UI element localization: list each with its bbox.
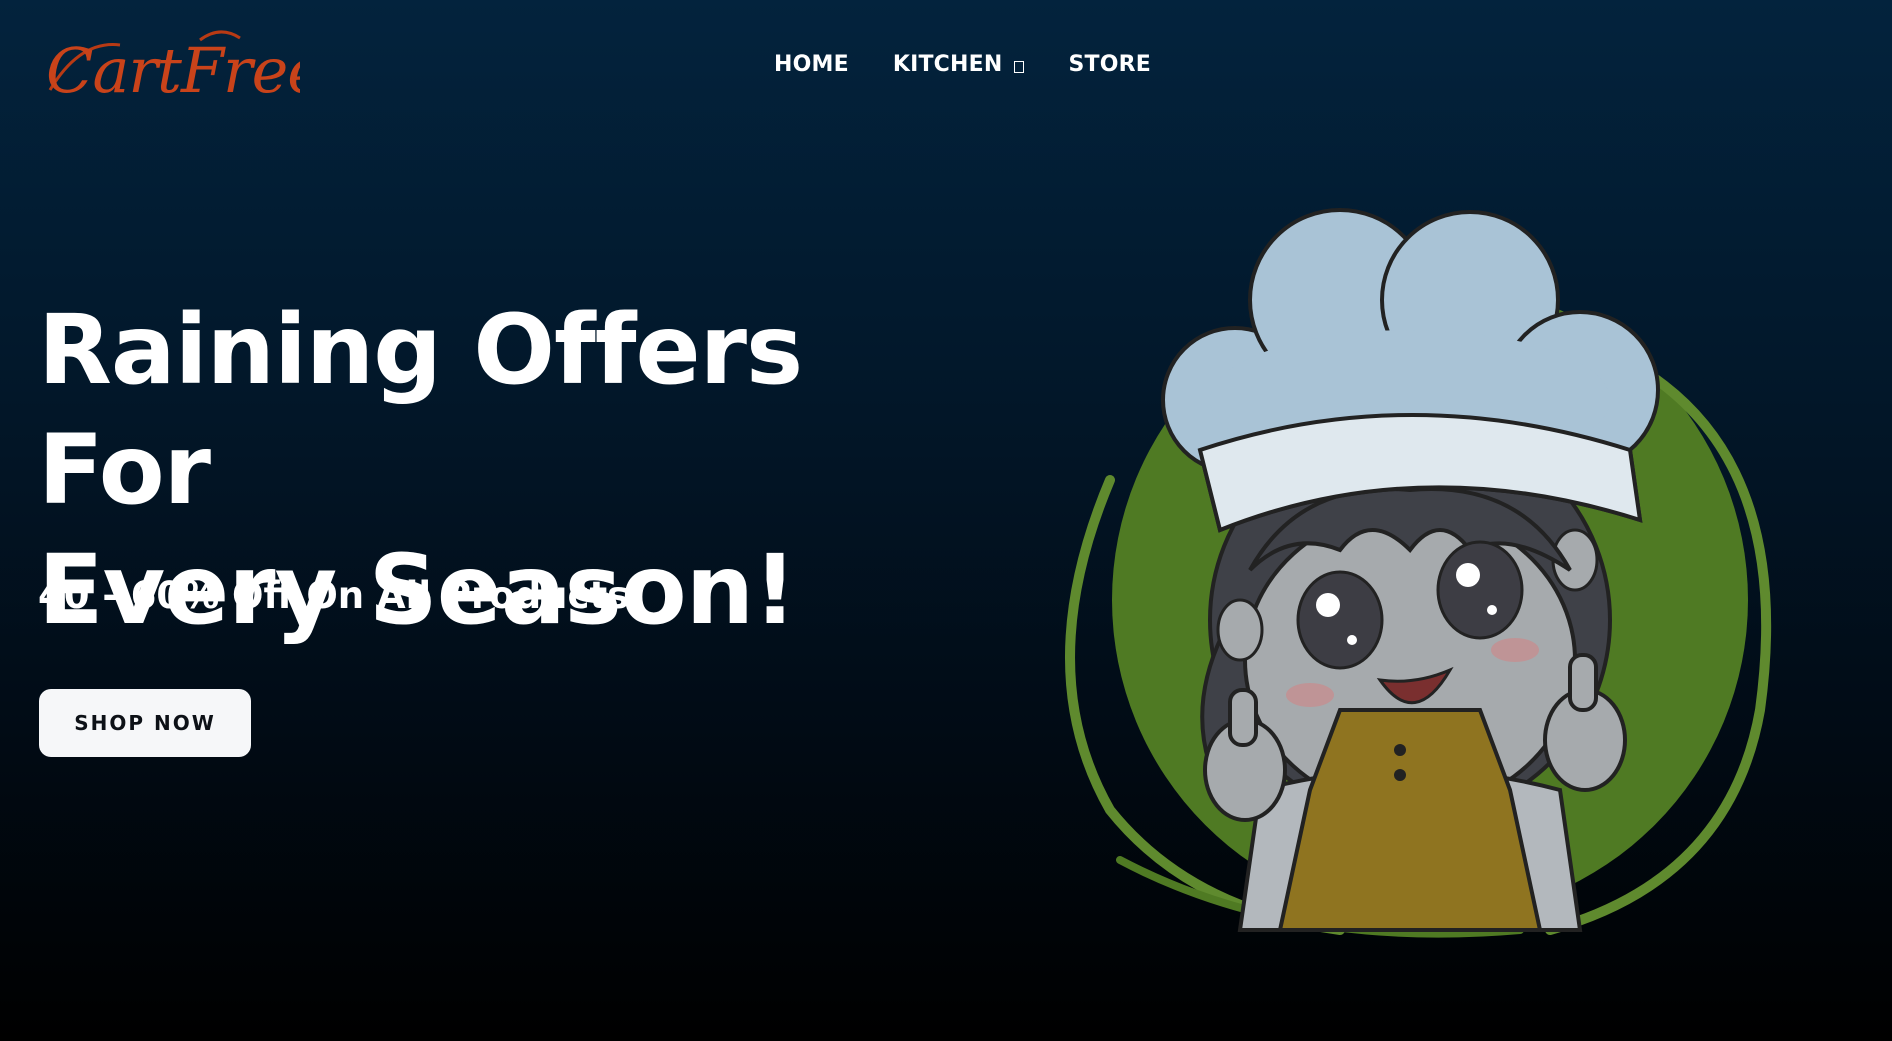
svg-text:CartFree: CartFree [46, 34, 300, 107]
nav-home-label: HOME [774, 52, 849, 77]
nav-kitchen[interactable]: KITCHEN [893, 52, 1025, 77]
main-nav: HOME KITCHEN STORE [774, 52, 1151, 77]
chef-mascot-icon [1065, 208, 1772, 938]
nav-kitchen-label: KITCHEN [892, 52, 1003, 77]
dropdown-caret-icon[interactable] [1014, 60, 1025, 73]
hero-title-line-1: Raining Offers For [38, 294, 803, 526]
nav-store[interactable]: STORE [1068, 52, 1151, 77]
site-header: CartFree HOME KITCHEN STORE [0, 0, 1892, 140]
shop-now-button[interactable]: SHOP NOW [39, 689, 251, 757]
logo-icon: CartFree [46, 30, 324, 107]
nav-home[interactable]: HOME [774, 52, 849, 77]
brand-logo[interactable]: CartFree [40, 20, 324, 115]
nav-store-label: STORE [1068, 52, 1152, 77]
chef-mascot-illustration [1040, 150, 1780, 950]
hero-subtitle: 40 - 60% Off On All Products [38, 574, 630, 617]
